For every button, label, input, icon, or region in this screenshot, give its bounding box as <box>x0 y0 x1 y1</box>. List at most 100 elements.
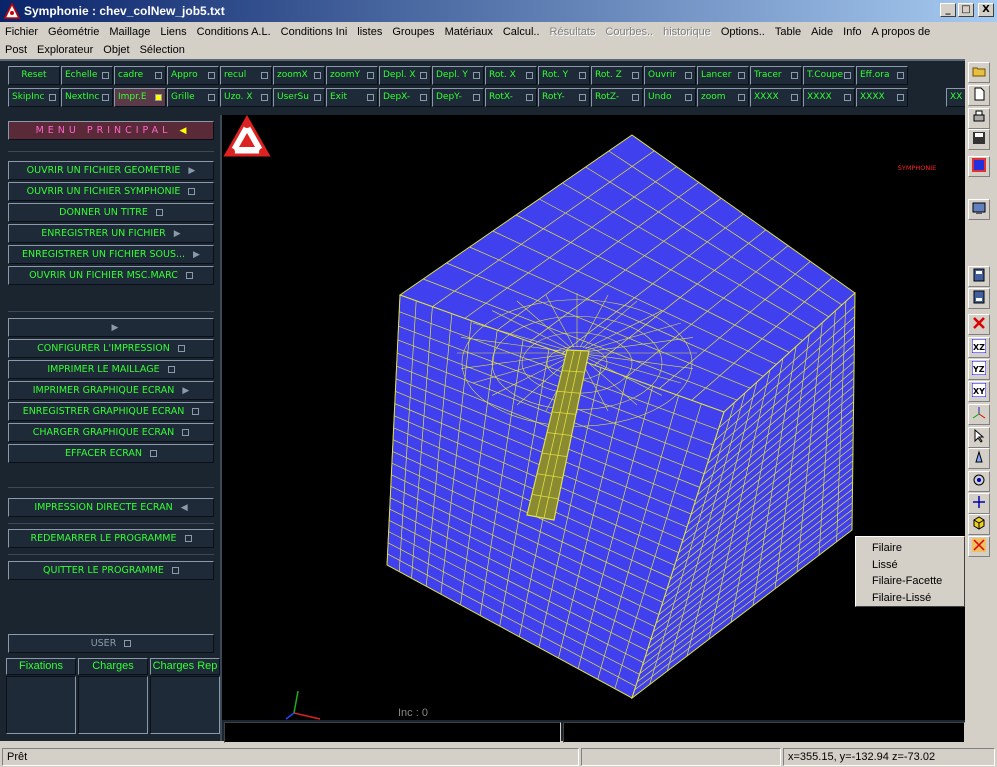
move-button[interactable] <box>968 493 990 514</box>
tool-undo-button[interactable]: Undo <box>644 88 696 107</box>
menu-item-effacer-ecran[interactable]: EFFACER ECRAN <box>8 444 214 463</box>
input-field-left[interactable] <box>224 722 561 743</box>
display-mode-button[interactable] <box>968 199 990 220</box>
tool-usersu-button[interactable]: UserSu <box>273 88 325 107</box>
axes-button[interactable] <box>968 404 990 425</box>
menu-calcul[interactable]: Calcul.. <box>498 26 545 38</box>
menu-liens[interactable]: Liens <box>155 26 191 38</box>
tool-echelle-button[interactable]: Echelle <box>61 66 113 85</box>
menu-option-filaire-lisse[interactable]: Filaire-Lissé <box>856 590 964 607</box>
tool-nextinc-button[interactable]: NextInc <box>61 88 113 107</box>
view-xz-button[interactable]: XZ <box>968 337 990 358</box>
tab-charges-rep[interactable]: Charges Rep <box>150 658 220 675</box>
mesh-model[interactable] <box>222 115 965 720</box>
tool-depl-x-button[interactable]: Depl. X <box>379 66 431 85</box>
menu-item-configurer-l-impression[interactable]: CONFIGURER L'IMPRESSION <box>8 339 214 358</box>
menu-info[interactable]: Info <box>838 26 866 38</box>
tool-appro-button[interactable]: Appro <box>167 66 219 85</box>
close-button[interactable]: X <box>978 3 994 17</box>
restore-view-button[interactable] <box>968 288 990 309</box>
scissors-button[interactable] <box>968 536 990 557</box>
user-button[interactable]: USER <box>8 634 214 653</box>
menu-table[interactable]: Table <box>770 26 806 38</box>
menu-item-enregistrer-graphique-ecran[interactable]: ENREGISTRER GRAPHIQUE ECRAN <box>8 402 214 421</box>
menu-groupes[interactable]: Groupes <box>387 26 439 38</box>
tool-zoom-button[interactable]: zoom <box>697 88 749 107</box>
menu-item-enregistrer-un-fichier-sous[interactable]: ENREGISTRER UN FICHIER SOUS... ▶ <box>8 245 214 264</box>
menu-option-filaire-facette[interactable]: Filaire-Facette <box>856 573 964 590</box>
tool-exit-button[interactable]: Exit <box>326 88 378 107</box>
menu-item-donner-un-titre[interactable]: DONNER UN TITRE <box>8 203 214 222</box>
tool-skipinc-button[interactable]: SkipInc <box>8 88 60 107</box>
input-field-right[interactable] <box>563 722 965 743</box>
tool-zoomy-button[interactable]: zoomY <box>326 66 378 85</box>
menu-item-ouvrir-un-fichier-symphonie[interactable]: OUVRIR UN FICHIER SYMPHONIE <box>8 182 214 201</box>
tool-cadre-button[interactable]: cadre <box>114 66 166 85</box>
open-folder-button[interactable] <box>968 62 990 83</box>
tool-ouvrir-button[interactable]: Ouvrir <box>644 66 696 85</box>
impression-directe-button[interactable]: IMPRESSION DIRECTE ECRAN ◀ <box>8 498 214 517</box>
menu-item-charger-graphique-ecran[interactable]: CHARGER GRAPHIQUE ECRAN <box>8 423 214 442</box>
menu-aide[interactable]: Aide <box>806 26 838 38</box>
quitter-button[interactable]: QUITTER LE PROGRAMME <box>8 561 214 580</box>
tool-lancer-button[interactable]: Lancer <box>697 66 749 85</box>
tool-impr-e-button[interactable]: Impr.E <box>114 88 166 107</box>
menu-item-blank[interactable]: ▶ <box>8 318 214 337</box>
tool-depy-button[interactable]: DepY- <box>432 88 484 107</box>
tool-rot-x-button[interactable]: Rot. X <box>485 66 537 85</box>
redemarrer-button[interactable]: REDEMARRER LE PROGRAMME <box>8 529 214 548</box>
menu-explorateur[interactable]: Explorateur <box>32 44 98 56</box>
tab-fixations[interactable]: Fixations <box>6 658 76 675</box>
tool-uzo-x-button[interactable]: Uzo. X <box>220 88 272 107</box>
main-menu-header[interactable]: MENU PRINCIPAL ◀ <box>8 121 214 140</box>
tool-xxxx-button[interactable]: XXXX <box>803 88 855 107</box>
pointer-button[interactable] <box>968 427 990 448</box>
save-button[interactable] <box>968 129 990 150</box>
toolbar-overflow-button[interactable]: XX <box>946 88 966 107</box>
minimize-button[interactable]: _ <box>940 3 956 17</box>
tab-panel-fixations[interactable] <box>6 676 76 734</box>
menu-geometrie[interactable]: Géométrie <box>43 26 104 38</box>
save-view-button[interactable] <box>968 266 990 287</box>
menu-resultats[interactable]: Résultats <box>545 26 601 38</box>
menu-item-imprimer-le-maillage[interactable]: IMPRIMER LE MAILLAGE <box>8 360 214 379</box>
print-button[interactable] <box>968 108 990 129</box>
menu-listes[interactable]: listes <box>352 26 387 38</box>
tool-rotz-button[interactable]: RotZ- <box>591 88 643 107</box>
render-color-button[interactable] <box>968 156 990 177</box>
delete-button[interactable] <box>968 314 990 335</box>
maximize-button[interactable]: □ <box>958 3 974 17</box>
tool-rot-z-button[interactable]: Rot. Z <box>591 66 643 85</box>
menu-options[interactable]: Options.. <box>716 26 770 38</box>
menu-selection[interactable]: Sélection <box>135 44 190 56</box>
menu-maillage[interactable]: Maillage <box>104 26 155 38</box>
menu-conditions-a-l[interactable]: Conditions A.L. <box>192 26 276 38</box>
tool-depx-button[interactable]: DepX- <box>379 88 431 107</box>
tool-t-coupe-button[interactable]: T.Coupe <box>803 66 855 85</box>
tool-xxxx-button[interactable]: XXXX <box>750 88 802 107</box>
tool-eff-ora-button[interactable]: Eff.ora <box>856 66 908 85</box>
menu-a-propos-de[interactable]: A propos de <box>867 26 936 38</box>
menu-option-filaire[interactable]: Filaire <box>856 540 964 557</box>
menu-option-lisse[interactable]: Lissé <box>856 557 964 574</box>
menu-item-enregistrer-un-fichier[interactable]: ENREGISTRER UN FICHIER ▶ <box>8 224 214 243</box>
tab-charges[interactable]: Charges <box>78 658 148 675</box>
tab-panel-charges[interactable] <box>78 676 148 734</box>
tool-zoomx-button[interactable]: zoomX <box>273 66 325 85</box>
target-button[interactable] <box>968 471 990 492</box>
menu-objet[interactable]: Objet <box>98 44 134 56</box>
viewport-canvas[interactable]: SYMPHONIE Inc : 0 <box>222 115 965 720</box>
tool-tracer-button[interactable]: Tracer <box>750 66 802 85</box>
menu-courbes[interactable]: Courbes.. <box>600 26 658 38</box>
cube-shade-button[interactable] <box>968 514 990 535</box>
view-yz-button[interactable]: YZ <box>968 359 990 380</box>
menu-conditions-ini[interactable]: Conditions Ini <box>276 26 353 38</box>
menu-materiaux[interactable]: Matériaux <box>440 26 498 38</box>
tool-reset-button[interactable]: Reset <box>8 66 60 85</box>
tool-recul-button[interactable]: recul <box>220 66 272 85</box>
menu-post[interactable]: Post <box>0 44 32 56</box>
tool-roty-button[interactable]: RotY- <box>538 88 590 107</box>
tool-xxxx-button[interactable]: XXXX <box>856 88 908 107</box>
menu-item-ouvrir-un-fichier-msc-marc[interactable]: OUVRIR UN FICHIER MSC.MARC <box>8 266 214 285</box>
tool-rotx-button[interactable]: RotX- <box>485 88 537 107</box>
